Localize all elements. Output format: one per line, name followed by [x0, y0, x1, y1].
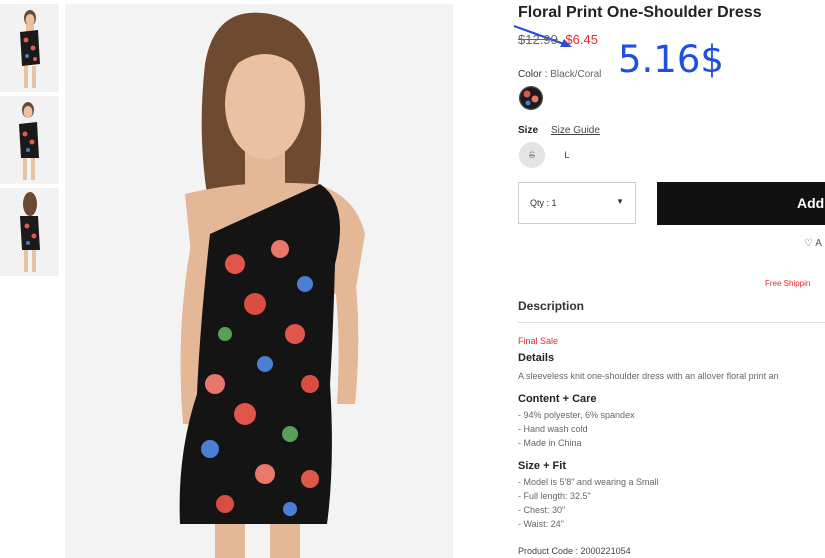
- size-guide-link[interactable]: Size Guide: [551, 125, 600, 136]
- content-item: - 94% polyester, 6% spandex: [518, 410, 635, 420]
- content-care-heading: Content + Care: [518, 393, 597, 405]
- size-option-l[interactable]: L: [554, 142, 580, 168]
- description-divider: [518, 322, 825, 323]
- content-item: - Hand wash cold: [518, 424, 588, 434]
- product-title: Floral Print One-Shoulder Dress: [518, 4, 762, 21]
- wishlist-link[interactable]: ♡ A: [804, 238, 822, 249]
- thumbnail-side[interactable]: [0, 96, 59, 184]
- details-text: A sleeveless knit one-shoulder dress wit…: [518, 371, 779, 381]
- description-heading: Description: [518, 299, 585, 313]
- color-value: Black/Coral: [550, 69, 602, 80]
- fit-item: - Model is 5'8" and wearing a Small: [518, 477, 659, 487]
- product-code: Product Code : 2000221054: [518, 546, 631, 556]
- final-sale-label: Final Sale: [518, 336, 559, 346]
- add-to-bag-button[interactable]: Add: [657, 182, 825, 225]
- sale-price: $6.45: [565, 32, 598, 47]
- fit-item: - Waist: 24": [518, 519, 564, 529]
- shipping-notice: Free Shippin: [765, 279, 811, 288]
- size-label: Size: [518, 125, 539, 136]
- heart-icon: ♡: [804, 238, 813, 249]
- price-row: $12.90 $6.45: [518, 32, 598, 47]
- product-info-panel: Floral Print One-Shoulder Dress $12.90 $…: [518, 0, 825, 558]
- color-row: Color : Black/Coral: [518, 69, 601, 80]
- color-label: Color :: [518, 69, 548, 80]
- fit-item: - Chest: 30": [518, 505, 566, 515]
- quantity-select[interactable]: Qty : 1 ▼: [518, 182, 636, 224]
- chevron-down-icon: ▼: [616, 197, 624, 206]
- size-option-s[interactable]: S: [519, 142, 545, 168]
- content-item: - Made in China: [518, 438, 582, 448]
- original-price: $12.90: [518, 32, 558, 47]
- color-swatch-black-coral[interactable]: [519, 86, 543, 110]
- wishlist-label: A: [815, 238, 822, 249]
- main-product-image[interactable]: [65, 4, 453, 558]
- details-heading: Details: [518, 352, 555, 364]
- thumbnail-front[interactable]: [0, 4, 59, 92]
- add-button-label: Add: [797, 195, 825, 211]
- fit-item: - Full length: 32.5": [518, 491, 591, 501]
- thumbnail-back[interactable]: [0, 188, 59, 276]
- quantity-label: Qty : 1: [530, 198, 557, 208]
- size-fit-heading: Size + Fit: [518, 460, 566, 472]
